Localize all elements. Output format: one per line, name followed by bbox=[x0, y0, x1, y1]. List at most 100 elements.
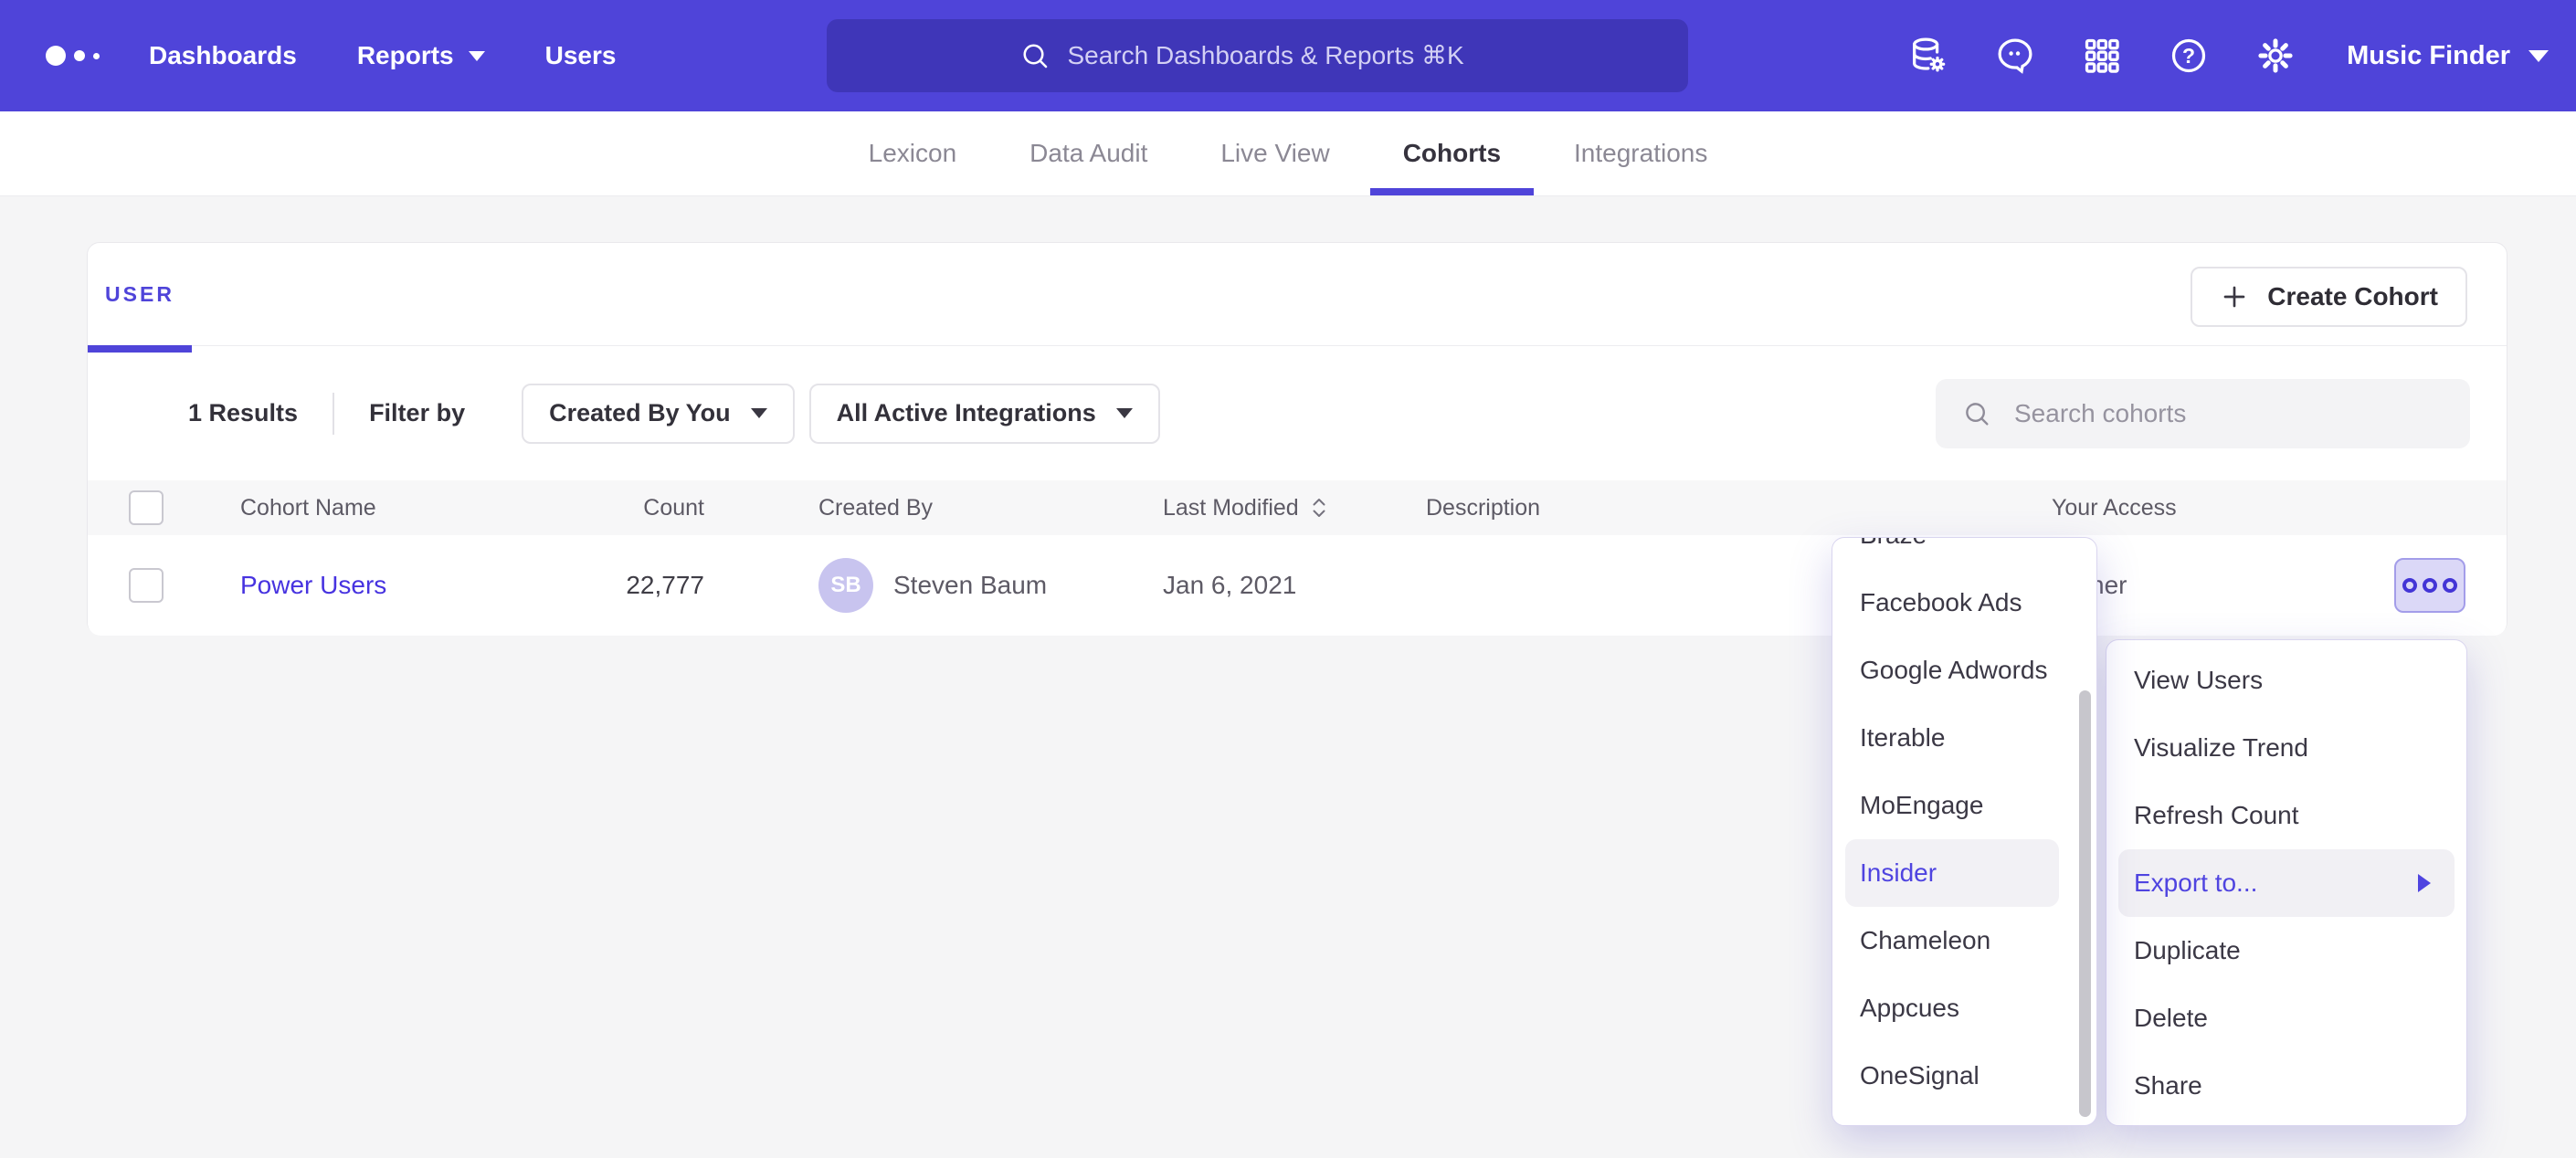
brand-logo[interactable] bbox=[46, 46, 132, 66]
menu-item-delete[interactable]: Delete bbox=[2106, 984, 2466, 1052]
menu-item-duplicate[interactable]: Duplicate bbox=[2106, 917, 2466, 984]
menu-item-share[interactable]: Share bbox=[2106, 1052, 2466, 1120]
section-tabs: Lexicon Data Audit Live View Cohorts Int… bbox=[0, 111, 2576, 196]
submenu-item-google-adwords[interactable]: Google Adwords bbox=[1832, 637, 2096, 704]
search-icon bbox=[1019, 39, 1051, 72]
submenu-item-facebook-ads[interactable]: Facebook Ads bbox=[1832, 569, 2096, 637]
menu-item-label: View Users bbox=[2134, 666, 2263, 695]
chevron-down-icon bbox=[469, 51, 485, 61]
logo-dot-small bbox=[93, 53, 100, 59]
avatar: SB bbox=[818, 558, 873, 613]
created-by-filter-dropdown[interactable]: Created By You bbox=[522, 384, 795, 444]
nav-link-label: Users bbox=[545, 41, 617, 70]
tab-integrations[interactable]: Integrations bbox=[1541, 111, 1740, 195]
menu-item-export-to[interactable]: Export to... bbox=[2118, 849, 2455, 917]
submenu-item-moengage[interactable]: MoEngage bbox=[1832, 772, 2096, 839]
menu-item-label: MoEngage bbox=[1860, 791, 1983, 820]
divider bbox=[333, 393, 334, 435]
project-name: Music Finder bbox=[2347, 41, 2510, 71]
col-cohort-name: Cohort Name bbox=[240, 495, 512, 521]
cohort-name-link[interactable]: Power Users bbox=[240, 571, 386, 599]
more-dots-icon bbox=[2423, 578, 2437, 593]
data-settings-icon[interactable] bbox=[1907, 35, 1949, 77]
more-options-button[interactable] bbox=[2394, 558, 2465, 613]
dropdown-value: All Active Integrations bbox=[837, 399, 1096, 427]
submenu-item-appcues[interactable]: Appcues bbox=[1832, 974, 2096, 1042]
chevron-down-icon bbox=[2528, 50, 2549, 62]
submenu-item-onesignal[interactable]: OneSignal bbox=[1832, 1042, 2096, 1110]
nav-link-label: Reports bbox=[357, 41, 454, 70]
select-all-checkbox[interactable] bbox=[129, 490, 164, 525]
menu-item-label: Iterable bbox=[1860, 723, 1945, 753]
submenu-item-insider[interactable]: Insider bbox=[1845, 839, 2059, 907]
apps-grid-icon[interactable] bbox=[2081, 35, 2123, 77]
create-cohort-button[interactable]: Create Cohort bbox=[2191, 267, 2467, 327]
chevron-down-icon bbox=[751, 408, 767, 418]
menu-item-label: Google Adwords bbox=[1860, 656, 2047, 685]
svg-text:?: ? bbox=[2182, 44, 2195, 68]
project-switcher[interactable]: Music Finder bbox=[2347, 41, 2549, 71]
menu-item-label: Chameleon bbox=[1860, 926, 1990, 955]
tab-lexicon[interactable]: Lexicon bbox=[836, 111, 990, 195]
tab-label: Live View bbox=[1220, 139, 1329, 168]
sort-icon bbox=[1310, 496, 1328, 520]
submenu-item-chameleon[interactable]: Chameleon bbox=[1832, 907, 2096, 974]
nav-link-users[interactable]: Users bbox=[545, 41, 617, 70]
global-search[interactable] bbox=[827, 19, 1688, 92]
table-header-row: Cohort Name Count Created By Last Modifi… bbox=[88, 480, 2507, 535]
create-cohort-label: Create Cohort bbox=[2267, 282, 2438, 311]
global-search-input[interactable] bbox=[1068, 41, 1497, 70]
menu-item-refresh-count[interactable]: Refresh Count bbox=[2106, 782, 2466, 849]
submenu-scrollbar[interactable] bbox=[2079, 690, 2091, 1117]
menu-item-label: Insider bbox=[1860, 858, 1937, 888]
tab-data-audit[interactable]: Data Audit bbox=[997, 111, 1180, 195]
export-submenu: Braze Facebook Ads Google Adwords Iterab… bbox=[1832, 537, 2097, 1126]
cohort-type-tabs: USER Create Cohort bbox=[88, 243, 2507, 346]
support-chat-icon[interactable] bbox=[1994, 35, 2036, 77]
nav-link-reports[interactable]: Reports bbox=[357, 41, 485, 70]
created-by-cell: SB Steven Baum bbox=[818, 558, 1163, 613]
menu-item-label: OneSignal bbox=[1860, 1061, 1980, 1090]
created-by-name: Steven Baum bbox=[893, 571, 1047, 600]
logo-dot-large bbox=[46, 46, 66, 66]
col-your-access: Your Access bbox=[2052, 495, 2507, 521]
menu-item-view-users[interactable]: View Users bbox=[2106, 647, 2466, 714]
integrations-filter-dropdown[interactable]: All Active Integrations bbox=[809, 384, 1160, 444]
top-navbar: Dashboards Reports Users bbox=[0, 0, 2576, 111]
search-icon bbox=[1961, 398, 1992, 429]
tab-label: Data Audit bbox=[1029, 139, 1147, 168]
col-last-modified[interactable]: Last Modified bbox=[1163, 495, 1426, 521]
results-count: 1 Results bbox=[188, 399, 298, 427]
menu-item-label: Delete bbox=[2134, 1004, 2208, 1033]
navbar-right-actions: ? Music Finder bbox=[1907, 0, 2549, 111]
menu-item-label: Duplicate bbox=[2134, 936, 2241, 965]
cohort-search-input[interactable] bbox=[2014, 399, 2444, 428]
tab-live-view[interactable]: Live View bbox=[1188, 111, 1362, 195]
help-icon[interactable]: ? bbox=[2168, 35, 2210, 77]
menu-item-label: Share bbox=[2134, 1071, 2202, 1100]
filter-by-label: Filter by bbox=[369, 399, 465, 427]
logo-dot-medium bbox=[74, 50, 85, 61]
tab-label: Cohorts bbox=[1403, 139, 1501, 168]
menu-item-label: Facebook Ads bbox=[1860, 588, 2022, 617]
primary-nav: Dashboards Reports Users bbox=[149, 41, 616, 70]
settings-gear-icon[interactable] bbox=[2254, 35, 2296, 77]
nav-link-dashboards[interactable]: Dashboards bbox=[149, 41, 297, 70]
menu-item-label: Export to... bbox=[2134, 868, 2257, 898]
row-checkbox[interactable] bbox=[129, 568, 164, 603]
cohort-search[interactable] bbox=[1936, 379, 2470, 448]
tab-label: Integrations bbox=[1574, 139, 1707, 168]
table-row: Power Users 22,777 SB Steven Baum Jan 6,… bbox=[88, 535, 2507, 636]
menu-item-label: Refresh Count bbox=[2134, 801, 2299, 830]
tab-cohorts[interactable]: Cohorts bbox=[1370, 111, 1534, 195]
menu-item-visualize-trend[interactable]: Visualize Trend bbox=[2106, 714, 2466, 782]
submenu-item-braze[interactable]: Braze bbox=[1832, 537, 2096, 569]
col-description: Description bbox=[1426, 495, 2052, 521]
col-created-by: Created By bbox=[818, 495, 1163, 521]
dropdown-value: Created By You bbox=[549, 399, 731, 427]
submenu-item-iterable[interactable]: Iterable bbox=[1832, 704, 2096, 772]
col-count: Count bbox=[512, 495, 704, 521]
tab-user-cohorts[interactable]: USER bbox=[88, 243, 192, 353]
nav-link-label: Dashboards bbox=[149, 41, 297, 70]
row-context-menu: View Users Visualize Trend Refresh Count… bbox=[2106, 639, 2467, 1126]
